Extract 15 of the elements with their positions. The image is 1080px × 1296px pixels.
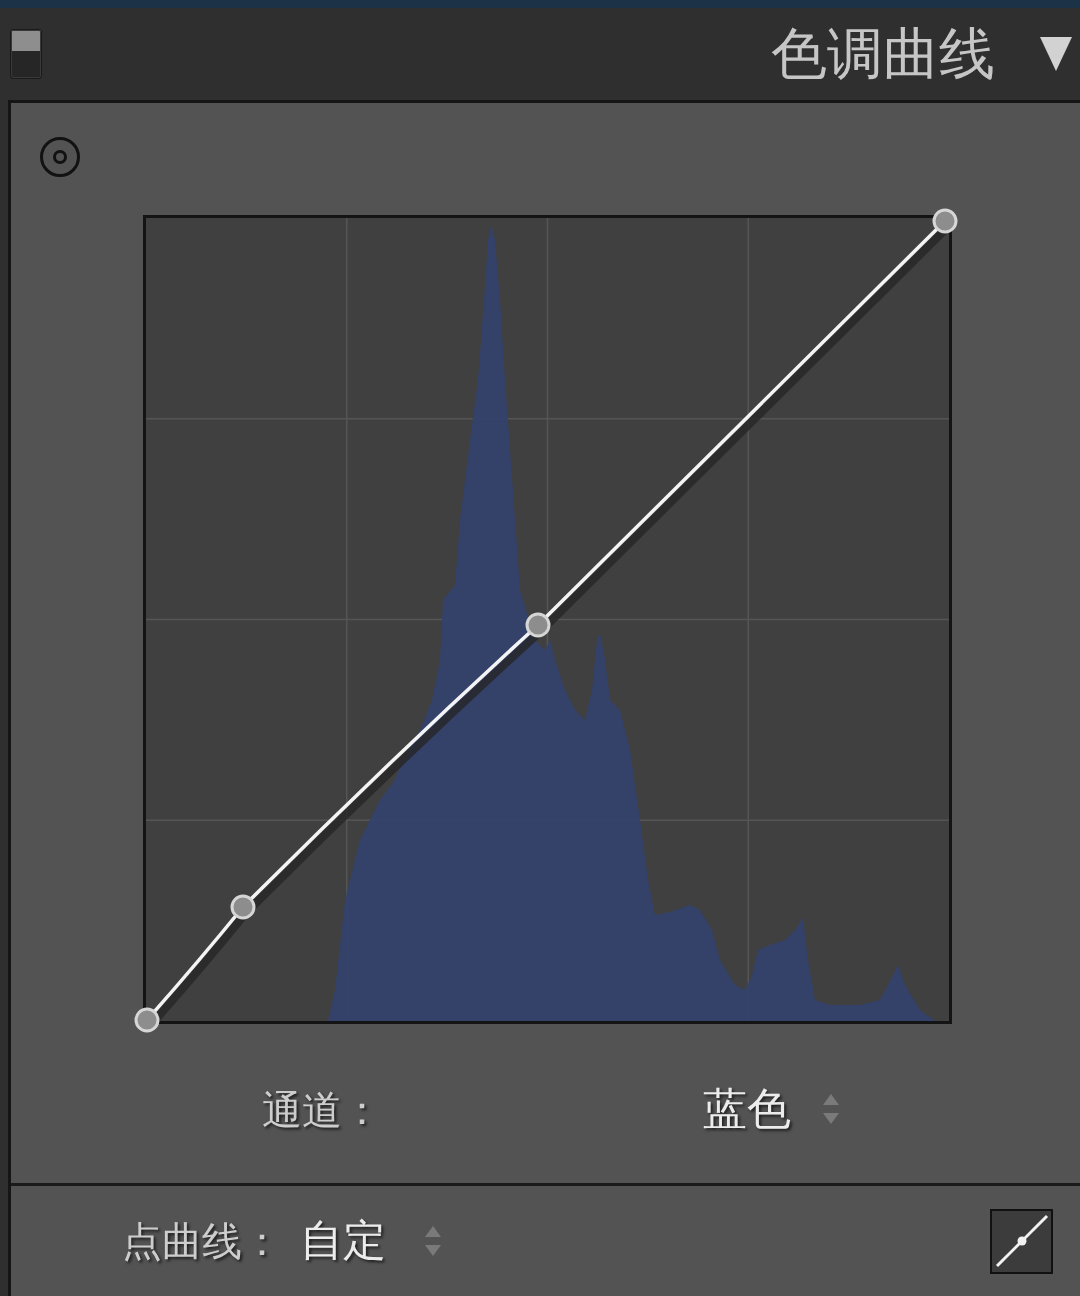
curve-point-handle[interactable] (932, 208, 958, 234)
curve-point-handle[interactable] (134, 1007, 160, 1033)
channel-select[interactable]: 蓝色 (703, 1083, 840, 1136)
panel-title: 色调曲线 (771, 26, 995, 82)
curve-point-handle[interactable] (230, 894, 256, 920)
point-curve-select[interactable]: 自定 (300, 1215, 442, 1267)
curve-point-handle[interactable] (525, 612, 551, 638)
channel-label: 通道： (262, 1085, 382, 1134)
disclosure-triangle-icon[interactable] (1040, 37, 1072, 71)
diagonal-curve-icon (993, 1213, 1050, 1269)
panel-switch[interactable] (10, 29, 42, 79)
point-curve-label: 点曲线： (122, 1217, 282, 1265)
up-down-arrows-icon (424, 1224, 442, 1258)
curve-preset-button[interactable] (990, 1208, 1053, 1274)
target-icon[interactable] (39, 136, 81, 178)
